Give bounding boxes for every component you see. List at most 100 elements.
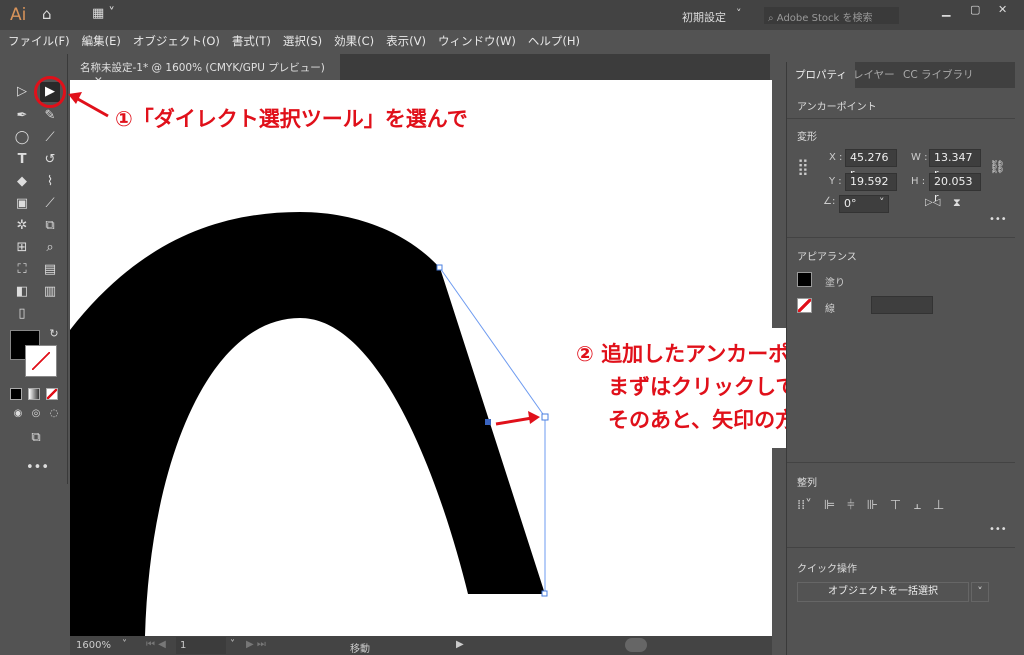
properties-panel: プロパティ レイヤー CC ライブラリ アンカーポイント 変形 ⣿ X : 45… — [786, 62, 1015, 655]
symbol-sprayer-tool[interactable]: ✲ — [12, 216, 32, 236]
flip-horizontal-icon[interactable]: ▷◁ — [925, 197, 940, 208]
menu-file[interactable]: ファイル(F) — [8, 33, 70, 49]
scrollbar-thumb[interactable] — [625, 638, 647, 652]
menu-window[interactable]: ウィンドウ(W) — [438, 33, 516, 49]
document-tab[interactable]: 名称未設定-1* @ 1600% (CMYK/GPU プレビュー) ✕ — [70, 54, 340, 87]
app-bar: Ai ⌂ ▦ ˅ 初期設定 ˅ ⌕ Adobe Stock を検索 ▁ ▢ ✕ — [0, 0, 1024, 30]
select-all-objects-button[interactable]: オブジェクトを一括選択 — [797, 582, 969, 602]
menu-view[interactable]: 表示(V) — [386, 33, 426, 49]
artboard-tool[interactable]: ⊞ — [12, 238, 32, 258]
lasso-tool[interactable]: ⌇ — [40, 172, 60, 192]
align-bottom-icon[interactable]: ⊥ — [933, 498, 944, 513]
quick-actions-title: クイック操作 — [797, 564, 857, 575]
color-mode-button[interactable] — [10, 388, 22, 400]
chevron-down-icon[interactable]: ˅ — [736, 7, 742, 20]
menu-help[interactable]: ヘルプ(H) — [528, 33, 580, 49]
free-transform-tool[interactable]: ⛶ — [12, 260, 32, 280]
screen-mode-icon[interactable]: ⧉ — [26, 428, 46, 448]
x-field[interactable]: 45.276 r — [845, 149, 897, 180]
maximize-button[interactable]: ▢ — [970, 3, 980, 16]
horizontal-scrollbar[interactable] — [470, 638, 770, 652]
menu-bar: ファイル(F) 編集(E) オブジェクト(O) 書式(T) 選択(S) 効果(C… — [0, 30, 1024, 52]
angle-icon: ∠: — [823, 196, 836, 207]
workspace-layout-icon[interactable]: ▦ ˅ — [92, 6, 115, 21]
home-icon[interactable]: ⌂ — [42, 5, 52, 23]
zoom-level[interactable]: 1600% — [76, 640, 111, 651]
reference-point-icon[interactable]: ⣿ — [797, 157, 809, 176]
status-bar: 1600% ˅ ⏮ ◀ 1 ˅ ▶ ⏭ 移動 ▶ — [70, 636, 772, 655]
perspective-tool[interactable]: ▤ — [40, 260, 60, 280]
pencil-tool[interactable]: ✎ — [40, 106, 60, 126]
align-right-icon[interactable]: ⊪ — [867, 498, 878, 513]
document-tab-bar: 名称未設定-1* @ 1600% (CMYK/GPU プレビュー) ✕ — [70, 54, 770, 87]
stroke-weight-field[interactable] — [871, 296, 933, 314]
chevron-down-icon[interactable]: ˅ — [879, 196, 885, 209]
swap-colors-icon[interactable]: ↻ — [44, 324, 64, 344]
illustrator-logo: Ai — [10, 5, 27, 25]
chevron-down-icon[interactable]: ˅ — [230, 639, 235, 650]
menu-type[interactable]: 書式(T) — [232, 33, 271, 49]
workspace-switcher[interactable]: 初期設定 — [682, 9, 726, 25]
artboard-number[interactable]: 1 — [176, 637, 226, 654]
more-options-icon[interactable]: ••• — [989, 214, 1007, 225]
draw-normal-icon[interactable]: ◉ — [8, 404, 28, 424]
stroke-color-swatch[interactable] — [797, 298, 812, 313]
none-mode-button[interactable] — [46, 388, 58, 400]
brush-tool[interactable]: ⟋ — [40, 128, 60, 148]
gradient-mode-button[interactable] — [28, 388, 40, 400]
current-tool-status: 移動 — [350, 644, 370, 655]
constrain-proportions-icon[interactable]: ⛓ — [989, 160, 1006, 175]
y-field[interactable]: 19.592 r — [845, 173, 897, 204]
height-field[interactable]: 20.053 r — [929, 173, 981, 204]
pen-tool[interactable]: ✒ — [12, 106, 32, 126]
selected-anchor-point — [541, 413, 549, 421]
align-center-icon[interactable]: ⫩ — [847, 498, 854, 513]
more-tools-icon[interactable]: ••• — [26, 458, 49, 478]
type-tool[interactable]: T — [12, 150, 32, 170]
first-artboard-icon[interactable]: ⏮ ◀ — [146, 639, 166, 650]
ellipse-tool[interactable]: ◯ — [12, 128, 32, 148]
align-to-icon[interactable]: ⁞⁞˅ — [797, 498, 812, 513]
stroke-swatch[interactable] — [25, 345, 57, 377]
align-middle-icon[interactable]: ⫠ — [913, 498, 921, 513]
shape-builder-tool[interactable]: ⧉ — [40, 216, 60, 236]
step1-callout: ①「ダイレクト選択ツール」を選んで — [115, 107, 468, 131]
next-artboard-icon[interactable]: ▶ ⏭ — [246, 639, 266, 650]
draw-inside-icon[interactable]: ◌ — [44, 404, 64, 424]
close-window-button[interactable]: ✕ — [998, 3, 1007, 16]
selection-tool[interactable]: ▷ — [12, 82, 32, 102]
flip-vertical-icon[interactable]: ⧗ — [953, 196, 961, 210]
highlight-circle — [34, 76, 66, 108]
zoom-tool[interactable]: ⌕ — [40, 238, 60, 258]
fill-color-swatch[interactable] — [797, 272, 812, 287]
drag-arrow — [495, 416, 533, 426]
gradient-tool[interactable]: ▣ — [12, 194, 32, 214]
align-top-icon[interactable]: ⊤ — [890, 498, 901, 513]
tab-cc-libraries[interactable]: CC ライブラリ — [895, 62, 982, 88]
appearance-title: アピアランス — [797, 252, 857, 263]
menu-effect[interactable]: 効果(C) — [334, 33, 374, 49]
align-title: 整列 — [797, 478, 817, 489]
added-anchor-point — [485, 419, 491, 425]
toolbar: ▷ ▶ ✒ ✎ ◯ ⟋ T ↺ ◆ ⌇ ▣ ⟋ ✲ ⧉ ⊞ ⌕ ⛶ ▤ ◧ ▥ … — [4, 54, 68, 484]
status-menu-icon[interactable]: ▶ — [456, 639, 464, 650]
selection-type: アンカーポイント — [797, 102, 877, 113]
rotate-tool[interactable]: ↺ — [40, 150, 60, 170]
slice-tool[interactable]: ◧ — [12, 282, 32, 302]
eyedropper-tool[interactable]: ⟋ — [40, 194, 60, 214]
menu-select[interactable]: 選択(S) — [283, 33, 322, 49]
stock-search-input[interactable]: ⌕ Adobe Stock を検索 — [764, 7, 899, 24]
graph-tool[interactable]: ▥ — [40, 282, 60, 302]
more-options-icon[interactable]: ••• — [989, 524, 1007, 535]
chevron-down-icon[interactable]: ˅ — [122, 639, 127, 650]
anchor-point — [541, 590, 548, 597]
eraser-tool[interactable]: ◆ — [12, 172, 32, 192]
align-left-icon[interactable]: ⊫ — [824, 498, 835, 513]
menu-edit[interactable]: 編集(E) — [82, 33, 121, 49]
width-field[interactable]: 13.347 r — [929, 149, 981, 180]
document-tool[interactable]: ▯ — [12, 304, 32, 324]
minimize-button[interactable]: ▁ — [942, 4, 950, 17]
menu-object[interactable]: オブジェクト(O) — [133, 33, 220, 49]
draw-behind-icon[interactable]: ◎ — [26, 404, 46, 424]
quick-action-dropdown[interactable]: ˅ — [971, 582, 989, 602]
